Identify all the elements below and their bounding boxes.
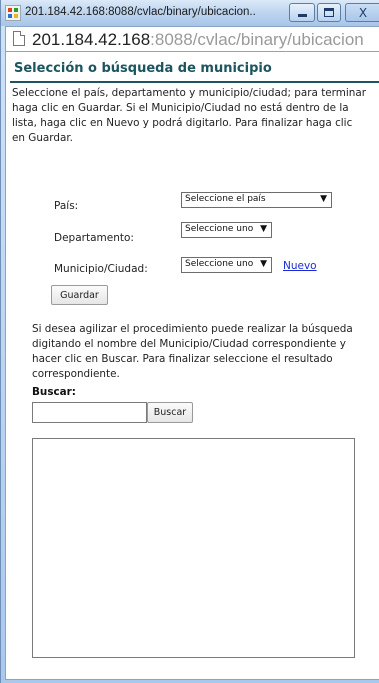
page-content: Selección o búsqueda de municipio Selecc… (5, 52, 379, 680)
search-input[interactable] (32, 402, 147, 423)
municipio-select-value: Seleccione uno (185, 259, 254, 269)
url-text[interactable]: 201.184.42.168:8088/cvlac/binary/ubicaci… (32, 30, 364, 50)
pais-select[interactable]: Seleccione el país ▼ (181, 192, 332, 208)
departamento-label: Departamento: (54, 232, 134, 244)
search-help-text: Si desea agilizar el procedimiento puede… (32, 323, 353, 380)
departamento-select[interactable]: Seleccione uno ▼ (181, 222, 272, 238)
maximize-icon (324, 8, 334, 17)
title-bar: 201.184.42.168:8088/cvlac/binary/ubicaci… (1, 0, 379, 26)
search-results-list[interactable] (32, 438, 355, 658)
close-icon: X (358, 5, 368, 20)
heading-divider (10, 81, 379, 83)
page-icon (13, 31, 25, 46)
chevron-down-icon: ▼ (260, 259, 267, 269)
chevron-down-icon: ▼ (260, 224, 267, 234)
window-title: 201.184.42.168:8088/cvlac/binary/ubicaci… (25, 6, 255, 18)
page-title: Selección o búsqueda de municipio (14, 61, 272, 76)
url-host: 201.184.42.168 (32, 30, 151, 49)
close-button[interactable]: X (345, 3, 379, 22)
pais-label: País: (54, 200, 79, 212)
intro-text: Seleccione el país, departamento y munic… (12, 87, 366, 144)
browser-window: 201.184.42.168:8088/cvlac/binary/ubicaci… (0, 0, 379, 683)
buscar-label: Buscar: (32, 386, 76, 398)
municipio-select[interactable]: Seleccione uno ▼ (181, 257, 272, 273)
guardar-button[interactable]: Guardar (51, 285, 108, 305)
buscar-button[interactable]: Buscar (147, 402, 193, 423)
minimize-icon (297, 13, 307, 17)
maximize-button[interactable] (317, 3, 341, 22)
url-path: :8088/cvlac/binary/ubicacion (150, 30, 364, 49)
departamento-select-value: Seleccione uno (185, 224, 254, 234)
municipio-label: Municipio/Ciudad: (54, 263, 148, 275)
address-bar[interactable]: 201.184.42.168:8088/cvlac/binary/ubicaci… (5, 26, 379, 52)
minimize-button[interactable] (289, 3, 315, 22)
chevron-down-icon: ▼ (320, 194, 327, 204)
app-icon (5, 5, 21, 21)
pais-select-value: Seleccione el país (185, 194, 266, 204)
nuevo-link[interactable]: Nuevo (283, 260, 317, 272)
